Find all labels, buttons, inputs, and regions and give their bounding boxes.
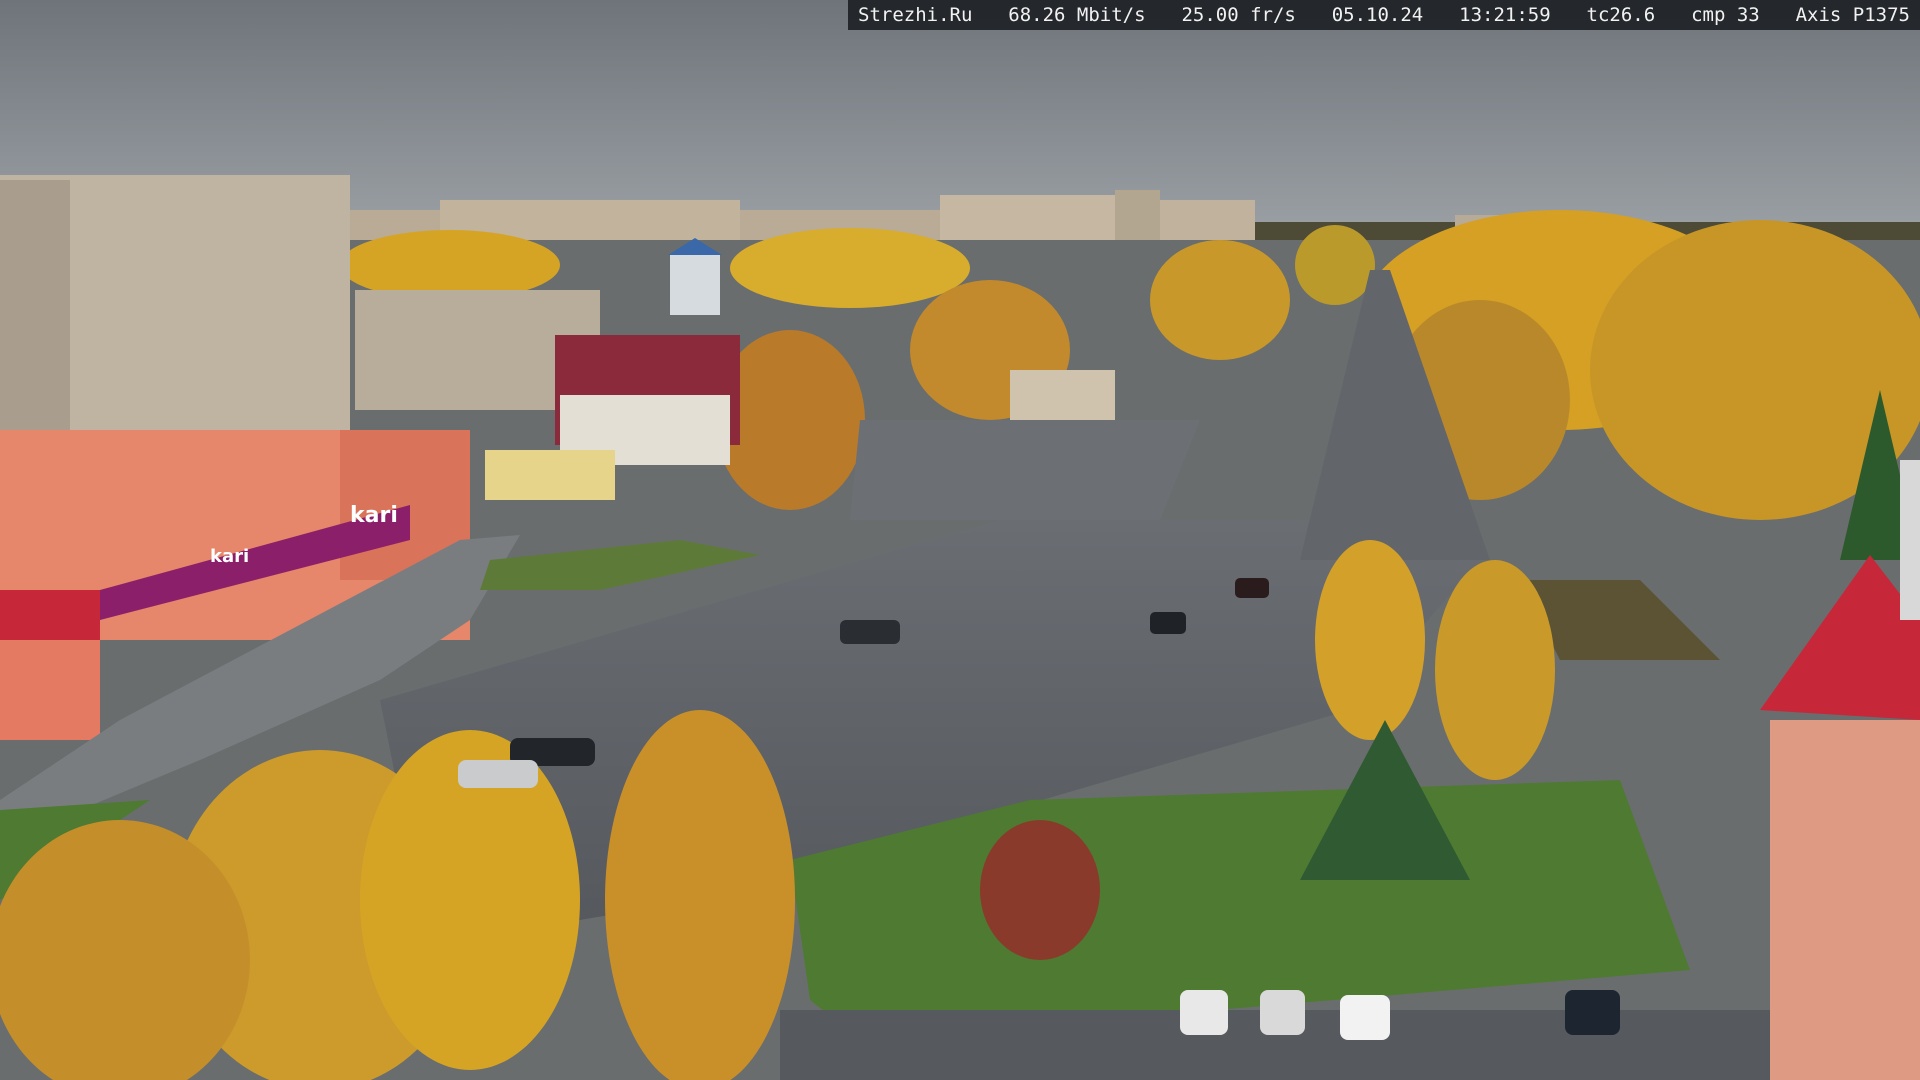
overlay-site: Strezhi.Ru bbox=[858, 4, 973, 26]
overlay-time: 13:21:59 bbox=[1459, 4, 1551, 26]
store-sign-large: kari bbox=[350, 503, 398, 528]
overlay-cmp: cmp 33 bbox=[1691, 4, 1760, 26]
overlay-date: 05.10.24 bbox=[1331, 4, 1424, 26]
overlay-framerate: 25.00 fr/s bbox=[1181, 4, 1296, 26]
overlay-tc: tc26.6 bbox=[1586, 4, 1656, 26]
camera-overlay-bar: Strezhi.Ru 68.26 Mbit/s 25.00 fr/s 05.10… bbox=[848, 0, 1920, 30]
store-sign-small: kari bbox=[210, 546, 249, 567]
overlay-bitrate: 68.26 Mbit/s bbox=[1008, 4, 1146, 26]
webcam-scene: kari kari bbox=[0, 0, 1920, 1080]
overlay-camera-model: Axis P1375 bbox=[1795, 4, 1910, 26]
parking-square bbox=[850, 420, 1200, 520]
